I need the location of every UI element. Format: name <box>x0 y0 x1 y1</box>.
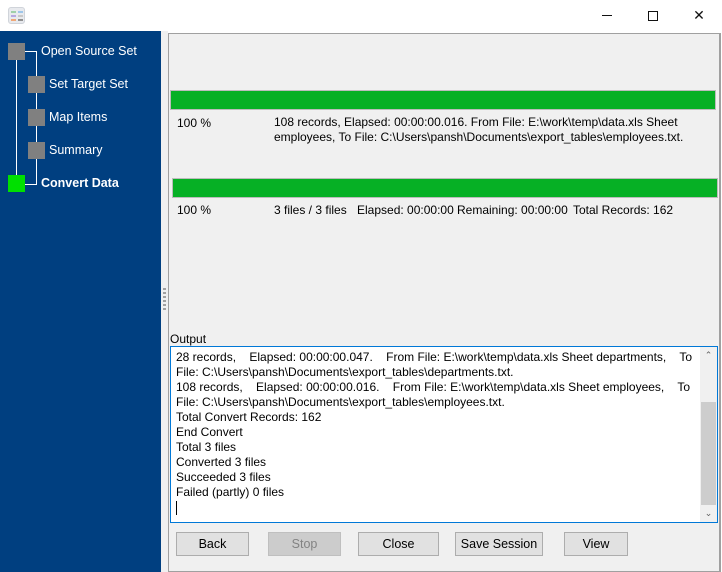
step-label: Summary <box>49 143 103 157</box>
text-caret <box>176 500 698 515</box>
scroll-down-icon[interactable]: ⌄ <box>700 505 717 522</box>
output-line: Converted 3 files <box>176 455 267 469</box>
maximize-button[interactable] <box>630 0 676 31</box>
tree-line <box>25 184 37 185</box>
minimize-button[interactable] <box>584 0 630 31</box>
scroll-up-icon[interactable]: ⌃ <box>700 347 717 364</box>
stop-button[interactable]: Stop <box>268 532 341 556</box>
total-files-count: 3 files / 3 files <box>274 203 347 217</box>
output-line: 28 records, Elapsed: 00:00:00.047. From … <box>176 350 696 379</box>
step-active-icon <box>8 175 25 192</box>
total-records: Total Records: 162 <box>573 203 674 217</box>
file-progress-bar <box>170 90 716 110</box>
back-button[interactable]: Back <box>176 532 249 556</box>
scroll-thumb[interactable] <box>701 402 716 505</box>
total-progress-percent: 100 % <box>177 203 212 217</box>
app-icon <box>8 7 25 24</box>
total-elapsed: Elapsed: 00:00:00 <box>357 203 454 217</box>
step-done-icon <box>28 76 45 93</box>
close-window-button[interactable]: ✕ <box>676 0 722 31</box>
view-button[interactable]: View <box>564 532 628 556</box>
panel-splitter[interactable] <box>161 31 168 572</box>
step-done-icon <box>28 142 45 159</box>
close-icon: ✕ <box>693 7 705 23</box>
step-label: Open Source Set <box>41 44 137 58</box>
output-lines: 28 records, Elapsed: 00:00:00.047. From … <box>176 350 698 515</box>
step-done-icon <box>8 43 25 60</box>
output-log[interactable]: 28 records, Elapsed: 00:00:00.047. From … <box>170 346 718 523</box>
title-bar: ✕ <box>0 0 722 31</box>
step-label: Convert Data <box>41 176 119 190</box>
close-button[interactable]: Close <box>358 532 439 556</box>
output-line: 108 records, Elapsed: 00:00:00.016. From… <box>176 380 694 409</box>
maximize-icon <box>648 10 658 21</box>
output-line: Total Convert Records: 162 <box>176 410 322 424</box>
minimize-icon <box>602 15 612 16</box>
step-label: Set Target Set <box>49 77 128 91</box>
output-line: End Convert <box>176 425 243 439</box>
output-line: Succeeded 3 files <box>176 470 271 484</box>
step-done-icon <box>28 109 45 126</box>
total-progress-bar <box>172 178 718 198</box>
output-line: Failed (partly) 0 files <box>176 485 285 499</box>
output-line: Total 3 files <box>176 440 237 454</box>
output-label: Output <box>170 332 207 346</box>
output-scrollbar[interactable]: ⌃ ⌄ <box>700 347 717 522</box>
tree-line <box>16 51 17 184</box>
tree-line <box>25 51 37 52</box>
save-session-button[interactable]: Save Session <box>455 532 543 556</box>
file-progress-percent: 100 % <box>177 116 212 130</box>
total-remaining: Remaining: 00:00:00 <box>457 203 568 217</box>
file-progress-detail: 108 records, Elapsed: 00:00:00.016. From… <box>274 115 684 144</box>
step-label: Map Items <box>49 110 108 124</box>
wizard-sidebar: Open Source Set Set Target Set Map Items… <box>0 31 161 572</box>
